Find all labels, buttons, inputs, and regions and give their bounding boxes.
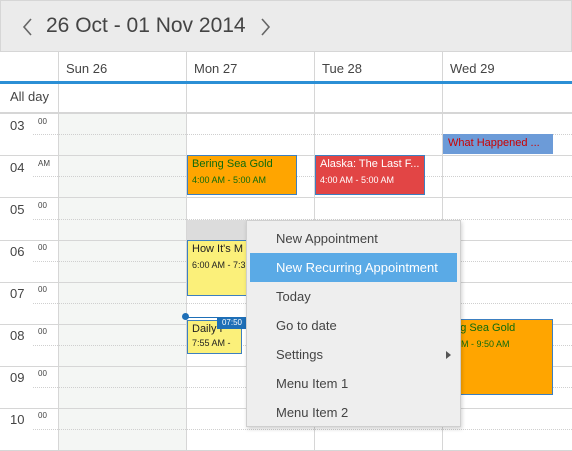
day-header-row: Sun 26 Mon 27 Tue 28 Wed 29 <box>0 52 572 84</box>
chevron-right-icon <box>261 18 271 36</box>
hour-label-06: 06 <box>10 244 25 259</box>
appointment-title: ring Sea Gold <box>448 322 516 334</box>
menu-item-new-appointment[interactable]: New Appointment <box>247 224 460 253</box>
appointment-time: 4:00 AM - 5:00 AM <box>192 175 267 185</box>
hour-minutes-06: 00 <box>38 243 47 252</box>
next-week-button[interactable] <box>255 13 275 41</box>
day-header-tue[interactable]: Tue 28 <box>314 52 443 81</box>
menu-item-settings[interactable]: Settings <box>247 340 460 369</box>
submenu-arrow-icon <box>446 351 451 359</box>
appointment-time: 6:00 AM - 7:3 <box>192 260 246 270</box>
appointment-time: 7:55 AM - <box>192 338 231 348</box>
appointment[interactable]: How It's M 6:00 AM - 7:3 <box>187 240 247 296</box>
all-day-label: All day <box>10 89 50 104</box>
appointment[interactable]: Alaska: The Last F... 4:00 AM - 5:00 AM <box>315 155 425 195</box>
menu-item-new-recurring-appointment[interactable]: New Recurring Appointment <box>250 253 457 282</box>
hour-label-08: 08 <box>10 328 25 343</box>
hour-minutes-09: 00 <box>38 369 47 378</box>
hour-label-03: 03 <box>10 118 25 133</box>
hour-minutes-10: 00 <box>38 411 47 420</box>
menu-item-settings-label: Settings <box>276 347 323 362</box>
menu-item-go-to-date[interactable]: Go to date <box>247 311 460 340</box>
date-range-title: 26 Oct - 01 Nov 2014 <box>46 14 246 37</box>
half-hour-line <box>33 429 572 430</box>
hour-minutes-07: 00 <box>38 285 47 294</box>
menu-item-today[interactable]: Today <box>247 282 460 311</box>
appointment[interactable]: Bering Sea Gold 4:00 AM - 5:00 AM <box>187 155 297 195</box>
appointment-time: 6 AM - 9:50 AM <box>448 339 510 349</box>
context-menu: New Appointment New Recurring Appointmen… <box>246 220 461 427</box>
hour-line <box>0 113 572 114</box>
all-day-cell-wed[interactable] <box>442 84 572 113</box>
all-day-cell-sun[interactable] <box>58 84 186 113</box>
appointment-time: 4:00 AM - 5:00 AM <box>320 175 395 185</box>
appointment[interactable]: What Happened ... <box>443 134 553 154</box>
appointment-title: Alaska: The Last F... <box>320 158 420 170</box>
day-header-wed[interactable]: Wed 29 <box>442 52 572 81</box>
all-day-cell-tue[interactable] <box>314 84 442 113</box>
hour-minutes-03: 00 <box>38 117 47 126</box>
hour-label-05: 05 <box>10 202 25 217</box>
appointment-title: Bering Sea Gold <box>192 158 273 170</box>
hour-line <box>0 197 572 198</box>
previous-week-button[interactable] <box>18 13 38 41</box>
appointment-title: What Happened ... <box>448 137 540 149</box>
appointment-title: How It's M <box>192 243 243 255</box>
column-divider <box>58 113 59 451</box>
hour-label-04: 04 <box>10 160 25 175</box>
hour-label-10: 10 <box>10 412 25 427</box>
hour-minutes-08: 00 <box>38 327 47 336</box>
half-hour-line <box>33 176 572 177</box>
current-time-badge: 07:50 <box>217 317 247 329</box>
menu-item-1[interactable]: Menu Item 1 <box>247 369 460 398</box>
hour-minutes-05: 00 <box>38 201 47 210</box>
current-time-marker <box>182 313 189 320</box>
chevron-left-icon <box>22 18 32 36</box>
all-day-cell-mon[interactable] <box>186 84 314 113</box>
day-header-sun[interactable]: Sun 26 <box>58 52 187 81</box>
day-header-mon[interactable]: Mon 27 <box>186 52 315 81</box>
menu-item-2[interactable]: Menu Item 2 <box>247 398 460 427</box>
hour-label-09: 09 <box>10 370 25 385</box>
hour-label-07: 07 <box>10 286 25 301</box>
hour-meridiem-04: AM <box>38 159 50 168</box>
calendar-toolbar: 26 Oct - 01 Nov 2014 <box>0 0 572 52</box>
all-day-row: All day <box>0 84 572 113</box>
